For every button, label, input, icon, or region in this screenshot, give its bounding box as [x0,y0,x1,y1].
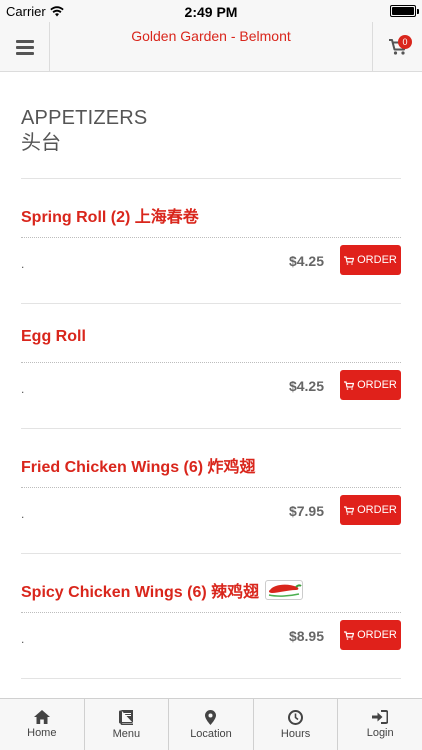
divider [21,237,401,238]
book-icon [119,709,134,725]
order-label: ORDER [357,379,397,391]
order-button[interactable]: ORDER [340,245,401,275]
category-header: APPETIZERS 头台 [21,106,401,179]
tab-label: Login [366,727,394,739]
order-button[interactable]: ORDER [340,370,401,400]
app-header: Golden Garden - Belmont 0 [0,22,422,72]
item-description: . [21,257,25,271]
order-label: ORDER [357,254,397,266]
order-button[interactable]: ORDER [340,620,401,650]
item-description: . [21,382,25,396]
bottom-tab-bar: Home Menu Location Hours Login [0,698,422,750]
menu-item: Spicy Chicken Wings (6) 辣鸡翅 . $8.95 ORDE… [21,554,401,679]
divider [21,612,401,613]
item-name[interactable]: Spring Roll (2) 上海春卷 [21,203,199,227]
order-label: ORDER [357,629,397,641]
cart-count-badge: 0 [398,35,412,49]
battery-icon [390,5,419,17]
item-price: $4.25 [288,253,324,269]
item-description: . [21,507,25,521]
restaurant-title: Golden Garden - Belmont [131,28,291,44]
chili-pepper-icon [265,580,304,600]
divider [21,362,401,363]
tab-login[interactable]: Login [338,699,422,750]
order-button[interactable]: ORDER [340,495,401,525]
clock-time: 2:49 PM [184,4,238,20]
tab-hours[interactable]: Hours [254,699,339,750]
divider [21,487,401,488]
tab-location[interactable]: Location [169,699,254,750]
tab-label: Location [190,727,232,740]
tab-menu[interactable]: Menu [85,699,170,750]
menu-item: Egg Roll . $4.25 ORDER [21,304,401,429]
map-pin-icon [205,709,217,725]
order-label: ORDER [357,504,397,516]
category-name-en: APPETIZERS [21,107,148,129]
menu-content: APPETIZERS 头台 Spring Roll (2) 上海春卷 . $4.… [0,72,422,679]
menu-item: Spring Roll (2) 上海春卷 . $4.25 ORDER [21,179,401,304]
item-name[interactable]: Egg Roll [21,328,86,346]
hamburger-menu-button[interactable] [0,22,50,72]
tab-label: Menu [112,727,141,740]
tab-home[interactable]: Home [0,699,85,750]
cart-add-icon [344,255,355,265]
item-description: . [21,632,25,646]
tab-label: Hours [280,727,311,740]
menu-item: Fried Chicken Wings (6) 炸鸡翅 . $7.95 ORDE… [21,429,401,554]
cart-add-icon [344,380,355,390]
cart-add-icon [344,630,355,640]
item-name[interactable]: Spicy Chicken Wings (6) 辣鸡翅 [21,578,304,602]
item-price: $4.25 [288,378,324,394]
item-name[interactable]: Fried Chicken Wings (6) 炸鸡翅 [21,453,256,477]
clock-icon [288,709,304,725]
login-icon [372,710,389,724]
status-bar: Carrier 2:49 PM [0,0,422,22]
item-price: $8.95 [288,628,324,644]
item-price: $7.95 [288,503,324,519]
category-name-cn: 头台 [21,132,61,154]
cart-button[interactable]: 0 [372,22,422,72]
home-icon [33,710,50,724]
tab-label: Home [27,727,57,739]
hamburger-icon [15,39,34,55]
cart-add-icon [344,505,355,515]
